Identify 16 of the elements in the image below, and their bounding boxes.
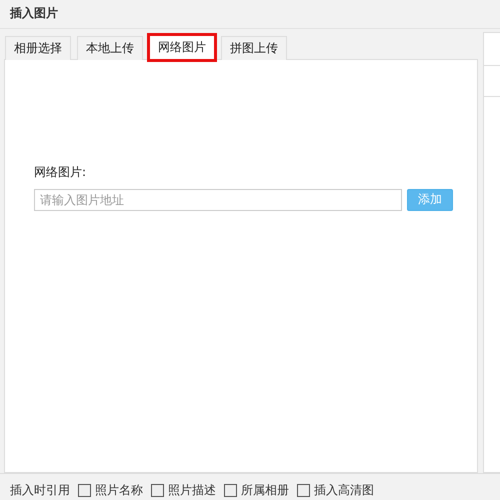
- tab[interactable]: 相册选择: [5, 36, 71, 60]
- checkbox-label: 所属相册: [241, 482, 289, 499]
- field-label: 网络图片:: [34, 164, 88, 181]
- url-input-field[interactable]: 请输入图片地址: [34, 188, 402, 211]
- checkbox[interactable]: [151, 484, 164, 497]
- checkbox-label: 插入高清图: [314, 482, 374, 499]
- tab[interactable]: 网络图片: [149, 34, 215, 60]
- tab[interactable]: 拼图上传: [221, 36, 287, 60]
- footer-label: 插入时引用: [10, 482, 70, 499]
- checkbox-label: 照片名称: [95, 482, 143, 499]
- checkbox-label: 照片描述: [168, 482, 216, 499]
- checkbox[interactable]: [297, 484, 310, 497]
- checkbox[interactable]: [224, 484, 237, 497]
- tab[interactable]: 本地上传: [77, 36, 143, 60]
- checkbox[interactable]: [78, 484, 91, 497]
- window-title: 插入图片: [10, 5, 58, 22]
